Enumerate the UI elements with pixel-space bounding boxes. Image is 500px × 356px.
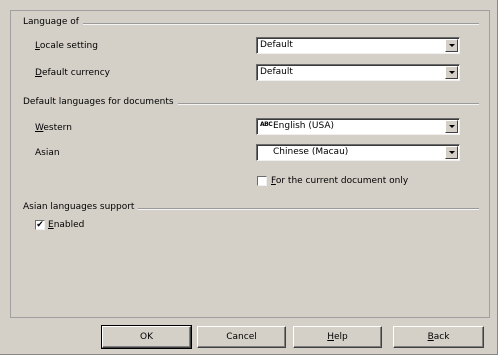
locale-setting-select[interactable]: Default [256, 37, 460, 54]
asian-support-enabled-checkbox[interactable]: ✔ [35, 220, 45, 230]
default-currency-label: Default currency [35, 68, 110, 78]
chevron-down-icon[interactable] [445, 146, 458, 159]
western-language-value: English (USA) [273, 121, 335, 131]
asian-support-enabled-label[interactable]: Enabled [48, 220, 84, 230]
asian-language-value: Chinese (Macau) [273, 147, 349, 157]
default-currency-value: Default [260, 67, 293, 77]
asian-support-enabled-label-rest: nabled [53, 220, 85, 230]
languages-panel: Language of Locale setting Default Defau… [10, 10, 490, 318]
chevron-down-icon[interactable] [445, 120, 458, 133]
section-divider [159, 103, 479, 105]
western-language-select[interactable]: ABC English (USA) [256, 118, 460, 135]
current-document-only-label[interactable]: For the current document only [271, 176, 408, 186]
default-currency-select[interactable]: Default [256, 64, 460, 81]
western-label-rest: estern [43, 123, 72, 133]
mnemonic: D [35, 68, 42, 78]
locale-setting-value: Default [260, 40, 293, 50]
back-button[interactable]: Back [393, 326, 484, 348]
western-label: Western [35, 123, 72, 133]
check-icon: ✔ [36, 220, 44, 230]
default-currency-label-rest: efault currency [41, 68, 110, 78]
ok-button[interactable]: OK [101, 325, 192, 349]
language-settings-dialog: Language of Locale setting Default Defau… [0, 0, 498, 355]
section-divider [131, 208, 479, 210]
help-button-rest: elp [334, 332, 348, 342]
spellcheck-icon: ABC [260, 121, 273, 128]
help-button[interactable]: Help [293, 326, 382, 348]
mnemonic: H [327, 332, 334, 342]
back-button-rest: ack [433, 332, 450, 342]
cancel-button[interactable]: Cancel [197, 326, 286, 348]
chevron-down-icon[interactable] [445, 66, 458, 79]
locale-setting-label-rest: ocale setting [39, 41, 98, 51]
current-document-only-checkbox[interactable] [257, 176, 267, 186]
section-title-language-of: Language of [23, 17, 83, 27]
section-divider [69, 23, 479, 25]
chevron-down-icon[interactable] [445, 39, 458, 52]
locale-setting-label: Locale setting [35, 41, 98, 51]
asian-language-select[interactable]: Chinese (Macau) [256, 144, 460, 161]
asian-label: Asian [35, 148, 60, 158]
section-title-default-languages: Default languages for documents [23, 97, 178, 107]
current-document-only-label-rest: or the current document only [275, 176, 409, 186]
section-title-asian-support: Asian languages support [23, 202, 139, 212]
